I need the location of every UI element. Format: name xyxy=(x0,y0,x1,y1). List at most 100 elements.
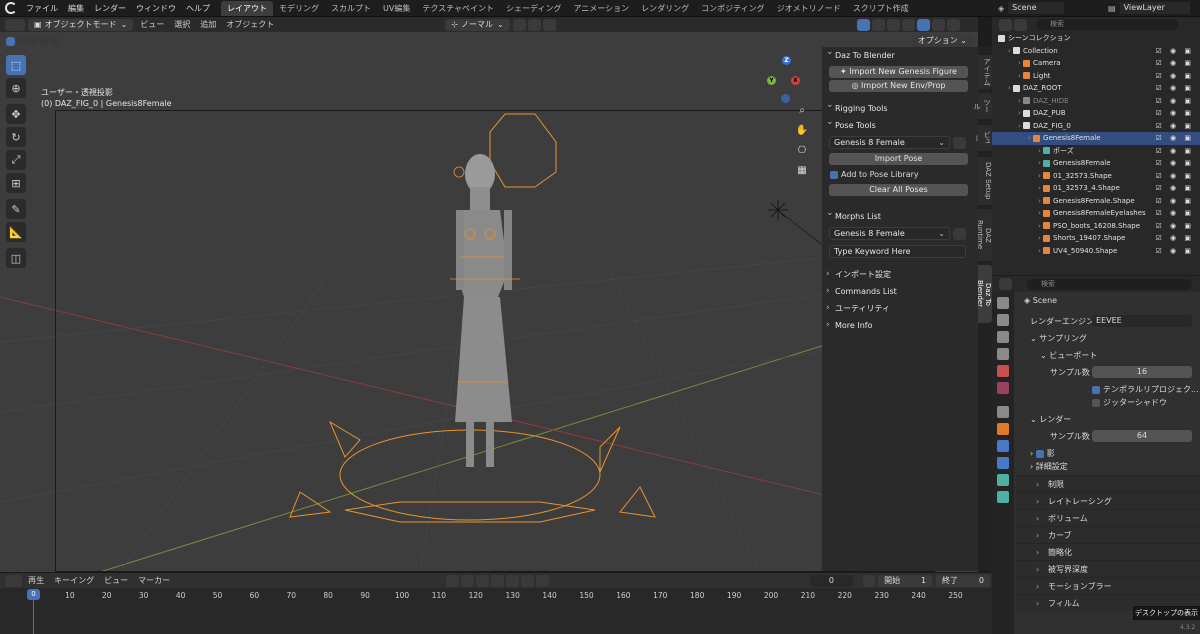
menu-keying[interactable]: キーイング xyxy=(49,573,99,589)
outliner-editor-icon[interactable] xyxy=(999,18,1012,31)
visibility-toggle-icon[interactable]: ☑ ◉ ▣ xyxy=(1156,170,1194,183)
visibility-toggle-icon[interactable]: ☑ ◉ ▣ xyxy=(1156,220,1194,233)
menu-file[interactable]: ファイル xyxy=(21,0,63,17)
outliner-row[interactable]: › Camera ☑ ◉ ▣ xyxy=(992,57,1200,70)
current-frame-field[interactable]: 0 xyxy=(810,574,853,587)
particles-tab-icon[interactable] xyxy=(997,457,1009,469)
refresh-icon[interactable] xyxy=(953,227,966,240)
next-keyframe-icon[interactable] xyxy=(521,574,535,587)
outliner-row[interactable]: シーンコレクション xyxy=(992,32,1200,45)
render-engine-select[interactable]: EEVEE xyxy=(1092,315,1192,327)
physics-tab-icon[interactable] xyxy=(997,474,1009,486)
menu-add[interactable]: 追加 xyxy=(195,17,221,32)
overlay-toggle-icon[interactable] xyxy=(871,18,885,31)
outliner-row[interactable]: › Collection ☑ ◉ ▣ xyxy=(992,45,1200,58)
play-icon[interactable] xyxy=(506,574,520,587)
outliner-row[interactable]: › Genesis8FemaleEyelashes ☑ ◉ ▣ xyxy=(992,207,1200,220)
property-section[interactable]: レイトレーシング xyxy=(1016,492,1200,510)
import-pose-button[interactable]: Import Pose xyxy=(829,153,968,165)
gizmo-neg-z[interactable] xyxy=(781,94,790,103)
outliner-row[interactable]: › Shorts_19407.Shape ☑ ◉ ▣ xyxy=(992,232,1200,245)
play-reverse-icon[interactable] xyxy=(491,574,505,587)
panel-daz-to-blender[interactable]: Daz To Blender xyxy=(822,44,978,64)
timeline-editor-icon[interactable] xyxy=(5,574,23,587)
orientation-dropdown[interactable]: ⊹ ノーマル ⌄ xyxy=(445,18,510,31)
visibility-toggle-icon[interactable]: ☑ ◉ ▣ xyxy=(1156,207,1194,220)
render-subheader[interactable]: ⌄ レンダー xyxy=(1016,411,1200,428)
jitter-checkbox[interactable] xyxy=(1092,398,1100,407)
vtab-view[interactable]: ビュー xyxy=(973,125,992,151)
tab-animation[interactable]: アニメーション xyxy=(567,1,635,16)
menu-view[interactable]: ビュー xyxy=(135,17,169,32)
outliner-row[interactable]: › 01_32573.Shape ☑ ◉ ▣ xyxy=(992,170,1200,183)
editor-type-icon[interactable] xyxy=(5,18,25,31)
jump-end-icon[interactable] xyxy=(536,574,550,587)
panel-utility[interactable]: ユーティリティ xyxy=(822,300,978,317)
visibility-toggle-icon[interactable]: ☑ ◉ ▣ xyxy=(1156,182,1194,195)
tab-sculpt[interactable]: スカルプト xyxy=(325,1,377,16)
tab-shading[interactable]: シェーディング xyxy=(500,1,567,16)
rendered-shading-icon[interactable] xyxy=(946,18,960,31)
panel-morphs-list[interactable]: Morphs List xyxy=(822,205,978,225)
solid-shading-icon[interactable] xyxy=(916,18,930,31)
outliner-row[interactable]: › Genesis8Female.Shape ☑ ◉ ▣ xyxy=(992,195,1200,208)
select-mode-intersect-icon[interactable] xyxy=(50,36,59,46)
menu-window[interactable]: ウィンドウ xyxy=(131,0,181,17)
tool-tab-icon[interactable] xyxy=(997,297,1009,309)
add-cube-tool-icon[interactable]: ◫ xyxy=(6,248,26,268)
view-layer-selector[interactable]: ▤ ViewLayer xyxy=(1108,2,1190,14)
transform-tool-icon[interactable]: ⊞ xyxy=(6,173,26,193)
visibility-toggle-icon[interactable]: ☑ ◉ ▣ xyxy=(1156,70,1194,83)
sampling-header[interactable]: ⌄ サンプリング xyxy=(1016,330,1200,347)
advanced-row[interactable]: › 詳細設定 xyxy=(1016,458,1200,475)
clear-poses-button[interactable]: Clear All Poses xyxy=(829,184,968,196)
options-dropdown[interactable]: オプション ⌄ xyxy=(911,35,973,47)
import-genesis-button[interactable]: ✦ Import New Genesis Figure xyxy=(829,66,968,78)
vtab-tool[interactable]: ツール xyxy=(973,93,992,119)
object-tab-icon[interactable] xyxy=(997,423,1009,435)
scene-selector[interactable]: ◈ Scene xyxy=(998,2,1065,14)
keyword-input[interactable]: Type Keyword Here xyxy=(829,245,966,258)
tab-geometry-nodes[interactable]: ジオメトリノード xyxy=(771,1,847,16)
tab-layout[interactable]: レイアウト xyxy=(221,0,273,16)
scene-name[interactable]: Scene xyxy=(1008,2,1065,14)
outliner-row[interactable]: › DAZ_ROOT ☑ ◉ ▣ xyxy=(992,82,1200,95)
select-mode-new-icon[interactable] xyxy=(6,36,15,46)
start-frame-field[interactable]: 開始 1 xyxy=(878,574,933,587)
vtab-item[interactable]: アイテム xyxy=(978,55,992,89)
vtab-daz-to-blender[interactable]: Daz To Blender xyxy=(976,265,992,323)
add-to-library-checkbox[interactable] xyxy=(830,170,838,179)
view-layer-tab-icon[interactable] xyxy=(997,348,1009,360)
jitter-row[interactable]: ジッターシャドウ xyxy=(1016,394,1200,411)
annotate-tool-icon[interactable]: ✎ xyxy=(6,199,26,219)
panel-pose-tools[interactable]: Pose Tools xyxy=(822,114,978,134)
select-tool-icon[interactable]: ⬚ xyxy=(6,55,26,75)
outliner-row[interactable]: › 01_32573_4.Shape ☑ ◉ ▣ xyxy=(992,182,1200,195)
visibility-toggle-icon[interactable]: ☑ ◉ ▣ xyxy=(1156,82,1194,95)
outliner-row[interactable]: › PSO_boots_16208.Shape ☑ ◉ ▣ xyxy=(992,220,1200,233)
scale-tool-icon[interactable]: ⤢ xyxy=(6,150,26,170)
panel-commands-list[interactable]: Commands List xyxy=(822,283,978,300)
menu-select[interactable]: 選択 xyxy=(169,17,195,32)
tab-uv-editing[interactable]: UV編集 xyxy=(377,1,416,16)
visibility-toggle-icon[interactable]: ☑ ◉ ▣ xyxy=(1156,57,1194,70)
xray-icon[interactable] xyxy=(886,18,900,31)
end-frame-field[interactable]: 終了 0 xyxy=(936,574,990,587)
zoom-icon[interactable]: ⌕ xyxy=(795,104,809,118)
visibility-toggle-icon[interactable]: ☑ ◉ ▣ xyxy=(1156,232,1194,245)
viewport-samples-field[interactable]: 16 xyxy=(1092,366,1192,378)
menu-view-timeline[interactable]: ビュー xyxy=(99,573,133,589)
add-to-library-row[interactable]: Add to Pose Library xyxy=(822,167,978,182)
vtab-daz-runtime[interactable]: DAZ Runtime xyxy=(976,209,992,261)
select-mode-extend-icon[interactable] xyxy=(17,36,26,46)
tab-modeling[interactable]: モデリング xyxy=(273,1,325,16)
world-tab-icon[interactable] xyxy=(997,382,1009,394)
output-tab-icon[interactable] xyxy=(997,331,1009,343)
jump-start-icon[interactable] xyxy=(461,574,475,587)
visibility-toggle-icon[interactable]: ☑ ◉ ▣ xyxy=(1156,107,1194,120)
properties-editor-icon[interactable] xyxy=(999,278,1012,290)
view-layer-name[interactable]: ViewLayer xyxy=(1119,2,1190,14)
measure-tool-icon[interactable]: 📐 xyxy=(6,222,26,242)
gizmo-x-axis[interactable]: X xyxy=(791,76,800,85)
gizmo-y-axis[interactable]: Y xyxy=(767,76,776,85)
